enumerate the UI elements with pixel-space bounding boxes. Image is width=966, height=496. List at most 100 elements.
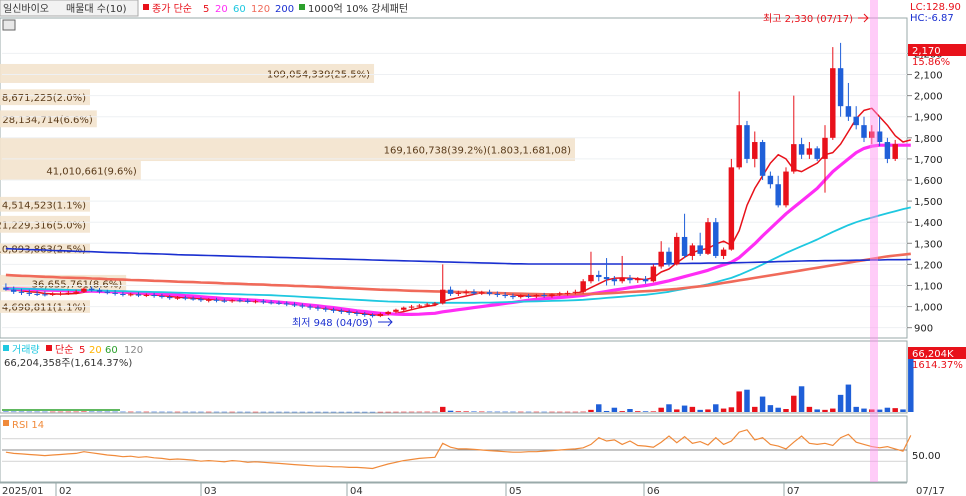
volume-bar: [284, 411, 290, 413]
volume-bar: [767, 405, 774, 412]
volume-bar: [650, 411, 657, 412]
volume-value: 66,204,358주(1,614.37%): [4, 358, 132, 369]
volume-profile-label: 8,671,225(2.0%): [2, 93, 86, 104]
volume-bar: [713, 404, 719, 412]
candle-body: [627, 278, 633, 281]
candle-body: [424, 304, 430, 306]
volume-bar: [10, 411, 17, 413]
candle-body: [34, 293, 40, 295]
candle-body: [18, 291, 25, 293]
volume-ma-20: 20: [89, 345, 102, 356]
candle-body: [697, 245, 703, 254]
volume-bar: [892, 408, 898, 412]
volume-change: 1614.37%: [912, 360, 963, 371]
candle-body: [837, 68, 844, 107]
volume-bar: [432, 411, 438, 413]
candle-body: [486, 292, 493, 294]
volume-bar: [34, 411, 40, 413]
volume-bar: [377, 411, 384, 413]
candle-body: [705, 222, 711, 254]
volume-bar: [424, 411, 430, 413]
candle-body: [720, 249, 727, 256]
candle-body: [518, 296, 524, 298]
candle-body: [268, 302, 274, 304]
candle-body: [619, 278, 625, 282]
candle-body: [73, 291, 79, 293]
volume-bar: [791, 395, 797, 412]
price-tick-label: 1,400: [914, 218, 943, 229]
volume-bar: [135, 411, 142, 413]
volume-bar: [744, 389, 750, 412]
ma-swatch: [143, 4, 149, 10]
volume-bar: [806, 406, 813, 412]
stock-chart[interactable]: 109,054,339(25.5%)8,671,225(2.0%)28,134,…: [0, 0, 966, 496]
volume-bar: [728, 407, 735, 412]
ma-period-120: 120: [251, 4, 270, 15]
candle-body: [229, 300, 235, 302]
volume-bar: [362, 411, 368, 413]
candle-body: [588, 274, 594, 282]
volume-bar: [494, 411, 501, 413]
candle-body: [580, 281, 586, 292]
price-tick-label: 2,000: [914, 92, 943, 103]
volume-bar: [845, 384, 852, 412]
volume-bar: [81, 411, 87, 412]
candle-body: [377, 313, 384, 317]
candle-body: [323, 308, 329, 310]
volume-bar: [252, 411, 259, 413]
candle-body: [174, 297, 181, 299]
volume-bar: [705, 409, 711, 412]
candle-body: [666, 251, 672, 265]
candle-body: [127, 294, 134, 296]
candle-body: [681, 236, 688, 256]
volume-bar: [557, 411, 563, 413]
low-annotation: 최저 948 (04/09): [292, 317, 373, 329]
candle-body: [291, 304, 298, 306]
candle-body: [728, 167, 735, 250]
rsi-swatch: [3, 420, 9, 426]
candle-body: [362, 313, 368, 316]
last-price: 2,170: [912, 46, 941, 57]
candle-body: [736, 125, 742, 168]
pattern-label: 1000억 10% 강세패턴: [308, 3, 408, 15]
volume-bar: [830, 408, 836, 412]
candle-body: [205, 299, 212, 301]
candle-body: [284, 303, 290, 305]
price-tick-label: 1,900: [914, 113, 943, 124]
candle-body: [596, 274, 602, 278]
volume-bar: [720, 408, 727, 412]
candle-body: [658, 251, 664, 267]
price-tick-label: 1,300: [914, 239, 943, 250]
candle-body: [57, 293, 64, 295]
volume-bar: [323, 411, 329, 413]
volume-bar: [401, 411, 407, 413]
candle-body: [151, 294, 157, 297]
candle-body: [572, 291, 579, 293]
candle-body: [775, 184, 781, 206]
candle-body: [806, 148, 813, 155]
candle-body: [385, 311, 391, 314]
volume-bar: [112, 411, 118, 413]
volume-bar: [260, 411, 267, 413]
candle-body: [221, 300, 228, 302]
volume-bar: [759, 396, 766, 412]
candle-body: [408, 306, 415, 308]
volume-bar: [611, 407, 618, 412]
ma-title: 종가 단순: [152, 3, 192, 15]
volume-bar: [689, 406, 696, 412]
candle-body: [674, 236, 680, 265]
candle-body: [635, 279, 641, 281]
candle-body: [892, 144, 898, 159]
volume-bar: [752, 406, 758, 412]
candle-body: [752, 142, 758, 159]
candle-body: [689, 245, 696, 256]
volume-bar: [276, 411, 282, 413]
volume-bar: [596, 404, 602, 412]
pattern-swatch: [299, 4, 305, 10]
candle-body: [533, 294, 540, 297]
volume-bar: [151, 411, 157, 413]
grid-toggle-icon[interactable]: [2, 19, 16, 31]
candle-body: [557, 293, 563, 295]
volume-bar: [510, 411, 516, 413]
volume-bar: [549, 411, 555, 413]
